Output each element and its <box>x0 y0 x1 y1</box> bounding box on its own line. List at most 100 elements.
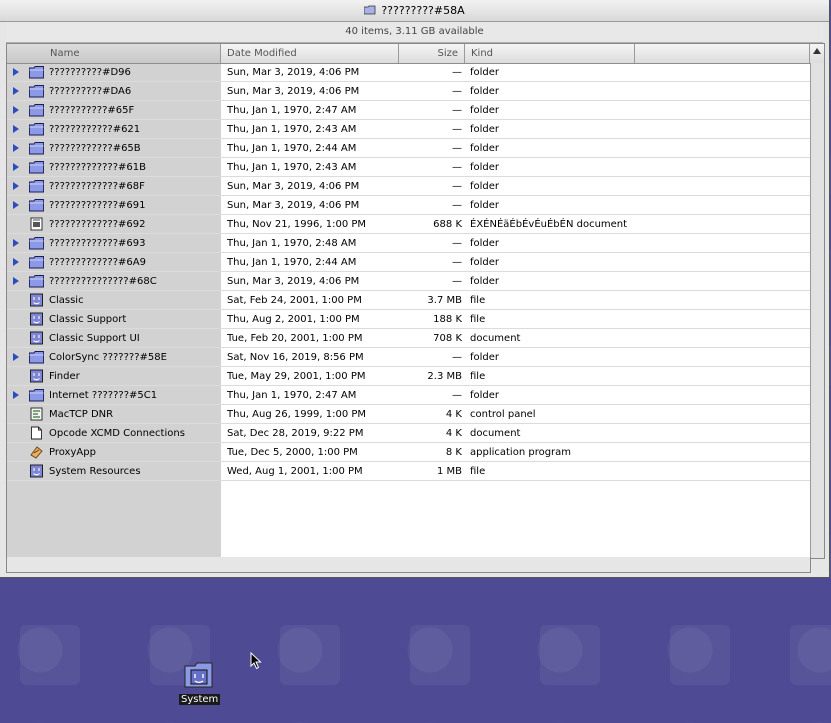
item-name: Classic Support <box>49 314 127 325</box>
disclosure-triangle-icon[interactable] <box>13 182 19 190</box>
item-size: 688 K <box>433 219 462 230</box>
item-name: ProxyApp <box>49 447 96 458</box>
folder-icon[interactable] <box>29 272 45 290</box>
item-name: ??????????#D96 <box>49 67 131 78</box>
folder-icon[interactable] <box>29 101 45 119</box>
list-item[interactable]: ???????????#65F Thu, Jan 1, 1970, 2:47 AM… <box>7 101 810 120</box>
mac-file-icon[interactable] <box>29 310 45 328</box>
list-item[interactable]: ???????????????#68C Sun, Mar 3, 2019, 4:0… <box>7 272 810 291</box>
disclosure-triangle-icon[interactable] <box>13 391 19 399</box>
disclosure-triangle[interactable] <box>13 120 23 138</box>
desktop-icon-label: System <box>179 694 221 705</box>
folder-icon[interactable] <box>29 177 45 195</box>
list-item[interactable]: ?????????????#6A9 Thu, Jan 1, 1970, 2:44 … <box>7 253 810 272</box>
disclosure-triangle <box>13 443 23 461</box>
disclosure-triangle-icon[interactable] <box>13 68 19 76</box>
list-item[interactable]: ProxyApp Tue, Dec 5, 2000, 1:00 PM 8 K appl… <box>7 443 810 462</box>
list-item[interactable]: ??????????#DA6 Sun, Mar 3, 2019, 4:06 PM —… <box>7 82 810 101</box>
window-titlebar[interactable]: ?????????#58A <box>0 0 829 22</box>
disclosure-triangle[interactable] <box>13 234 23 252</box>
list-item[interactable]: ?????????????#691 Sun, Mar 3, 2019, 4:06 … <box>7 196 810 215</box>
item-date-modified: Sun, Mar 3, 2019, 4:06 PM <box>227 181 360 192</box>
control-panel-icon[interactable] <box>29 405 45 423</box>
folder-icon[interactable] <box>29 82 45 100</box>
list-item[interactable]: ?????????????#61B Thu, Jan 1, 1970, 2:43 … <box>7 158 810 177</box>
item-date-modified: Thu, Jan 1, 1970, 2:47 AM <box>227 105 357 116</box>
disclosure-triangle-icon[interactable] <box>13 163 19 171</box>
item-kind: folder <box>470 200 500 211</box>
list-item[interactable]: ?????????????#692 Thu, Nov 21, 1996, 1:00… <box>7 215 810 234</box>
mac-file-icon[interactable] <box>29 462 45 480</box>
disclosure-triangle-icon[interactable] <box>13 106 19 114</box>
item-size: 1 MB <box>436 466 462 477</box>
vertical-scrollbar[interactable] <box>810 63 824 558</box>
column-header-date[interactable]: Date Modified <box>221 44 399 63</box>
list-item[interactable]: ColorSync ???????#58E Sat, Nov 16, 2019, … <box>7 348 810 367</box>
list-item[interactable]: ??????????#D96 Sun, Mar 3, 2019, 4:06 PM —… <box>7 63 810 82</box>
list-item[interactable]: Internet ???????#5C1 Thu, Jan 1, 1970, 2:… <box>7 386 810 405</box>
mac-file-icon[interactable] <box>29 367 45 385</box>
disclosure-triangle[interactable] <box>13 158 23 176</box>
desktop-icon-system[interactable]: System <box>179 660 221 705</box>
item-kind: folder <box>470 181 500 192</box>
column-header-name[interactable]: Name <box>7 44 221 63</box>
horizontal-scrollbar[interactable] <box>6 557 811 573</box>
folder-icon[interactable] <box>29 386 45 404</box>
disclosure-triangle[interactable] <box>13 272 23 290</box>
column-header-kind[interactable]: Kind <box>465 44 635 63</box>
finder-face-pattern <box>410 625 470 685</box>
list-item[interactable]: Classic Support Thu, Aug 2, 2001, 1:00 PM… <box>7 310 810 329</box>
list-item[interactable]: Finder Tue, May 29, 2001, 1:00 PM 2.3 MB fi… <box>7 367 810 386</box>
disclosure-triangle[interactable] <box>13 63 23 81</box>
disclosure-triangle[interactable] <box>13 348 23 366</box>
file-list[interactable]: Name Date Modified Size Kind ??????????#… <box>6 43 825 559</box>
disclosure-triangle[interactable] <box>13 196 23 214</box>
blank-document-icon[interactable] <box>29 424 45 442</box>
disclosure-triangle-icon[interactable] <box>13 125 19 133</box>
list-item[interactable]: ?????????????#68F Sun, Mar 3, 2019, 4:06 … <box>7 177 810 196</box>
folder-icon[interactable] <box>29 253 45 271</box>
folder-icon[interactable] <box>29 348 45 366</box>
list-item[interactable]: Classic Support UI Tue, Feb 20, 2001, 1:0… <box>7 329 810 348</box>
item-name: Classic Support UI <box>49 333 140 344</box>
list-item[interactable]: ?????????????#693 Thu, Jan 1, 1970, 2:48 … <box>7 234 810 253</box>
list-item[interactable]: MacTCP DNR Thu, Aug 26, 1999, 1:00 PM 4 K c… <box>7 405 810 424</box>
folder-icon[interactable] <box>29 158 45 176</box>
application-icon[interactable] <box>29 443 45 461</box>
list-item[interactable]: ????????????#65B Thu, Jan 1, 1970, 2:44 A… <box>7 139 810 158</box>
disclosure-triangle[interactable] <box>13 177 23 195</box>
column-header-size[interactable]: Size <box>399 44 465 63</box>
disclosure-triangle[interactable] <box>13 101 23 119</box>
folder-icon[interactable] <box>29 120 45 138</box>
item-size: — <box>452 143 462 154</box>
mac-file-icon[interactable] <box>29 291 45 309</box>
item-kind: folder <box>470 276 500 287</box>
folder-icon[interactable] <box>29 234 45 252</box>
disclosure-triangle-icon[interactable] <box>13 201 19 209</box>
disclosure-triangle-icon[interactable] <box>13 239 19 247</box>
list-item[interactable]: Opcode XCMD Connections Sat, Dec 28, 2019… <box>7 424 810 443</box>
folder-icon[interactable] <box>29 139 45 157</box>
disclosure-triangle-icon[interactable] <box>13 144 19 152</box>
list-item[interactable]: Classic Sat, Feb 24, 2001, 1:00 PM 3.7 MB f… <box>7 291 810 310</box>
list-item[interactable]: System Resources Wed, Aug 1, 2001, 1:00 P… <box>7 462 810 481</box>
document-icon[interactable] <box>29 215 45 233</box>
mac-file-icon[interactable] <box>29 329 45 347</box>
finder-window[interactable]: ?????????#58A 40 items, 3.11 GB availabl… <box>0 0 830 578</box>
item-date-modified: Wed, Aug 1, 2001, 1:00 PM <box>227 466 363 477</box>
disclosure-triangle-icon[interactable] <box>13 87 19 95</box>
list-item[interactable]: ????????????#621 Thu, Jan 1, 1970, 2:43 A… <box>7 120 810 139</box>
sort-direction-button[interactable] <box>809 44 824 63</box>
disclosure-triangle[interactable] <box>13 386 23 404</box>
disclosure-triangle-icon[interactable] <box>13 277 19 285</box>
disclosure-triangle[interactable] <box>13 253 23 271</box>
disclosure-triangle-icon[interactable] <box>13 258 19 266</box>
folder-icon[interactable] <box>29 63 45 81</box>
folder-icon[interactable] <box>29 196 45 214</box>
item-size: 4 K <box>445 409 462 420</box>
disclosure-triangle[interactable] <box>13 82 23 100</box>
disclosure-triangle-icon[interactable] <box>13 353 19 361</box>
item-kind: folder <box>470 352 500 363</box>
disclosure-triangle <box>13 462 23 480</box>
disclosure-triangle[interactable] <box>13 139 23 157</box>
